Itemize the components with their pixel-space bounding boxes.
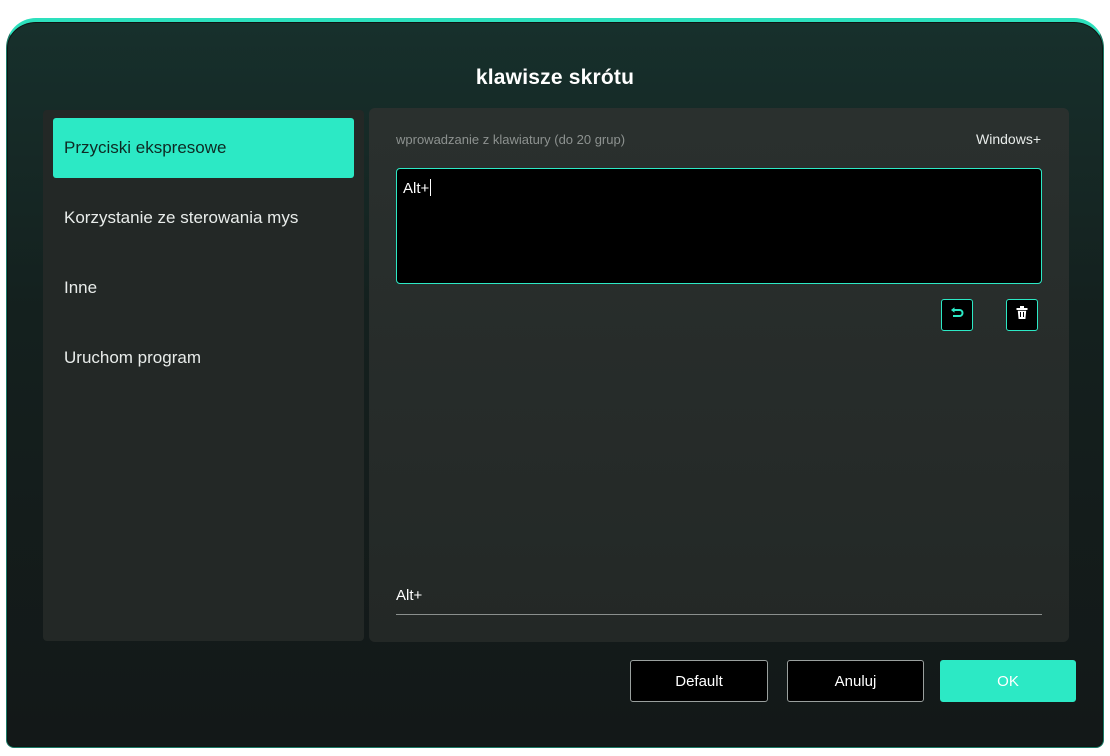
sidebar: Przyciski ekspresowe Korzystanie ze ster… [43,110,364,641]
text-caret [430,179,432,196]
undo-button[interactable] [941,299,973,331]
shortcut-result-field: Alt+ [396,587,1042,615]
undo-icon [950,306,964,325]
cancel-button[interactable]: Anuluj [787,660,924,702]
content-panel: wprowadzanie z klawiatury (do 20 grup) W… [369,108,1069,642]
key-input-value: Alt+ [403,180,430,197]
screen: klawisze skrótu Przyciski ekspresowe Kor… [0,0,1110,756]
delete-button[interactable] [1006,299,1038,331]
sidebar-item-other[interactable]: Inne [53,258,354,318]
dialog-title: klawisze skrótu [475,66,635,89]
sidebar-item-run-program[interactable]: Uruchom program [53,328,354,388]
windows-modifier-button[interactable]: Windows+ [976,131,1041,147]
sidebar-item-express-buttons[interactable]: Przyciski ekspresowe [53,118,354,178]
key-input-field[interactable]: Alt+ [396,168,1042,284]
trash-icon [1016,306,1028,324]
sidebar-item-mouse-control[interactable]: Korzystanie ze sterowania mys [53,188,354,248]
default-button[interactable]: Default [630,660,768,702]
ok-button[interactable]: OK [940,660,1076,702]
keyboard-input-caption: wprowadzanie z klawiatury (do 20 grup) [396,132,626,147]
